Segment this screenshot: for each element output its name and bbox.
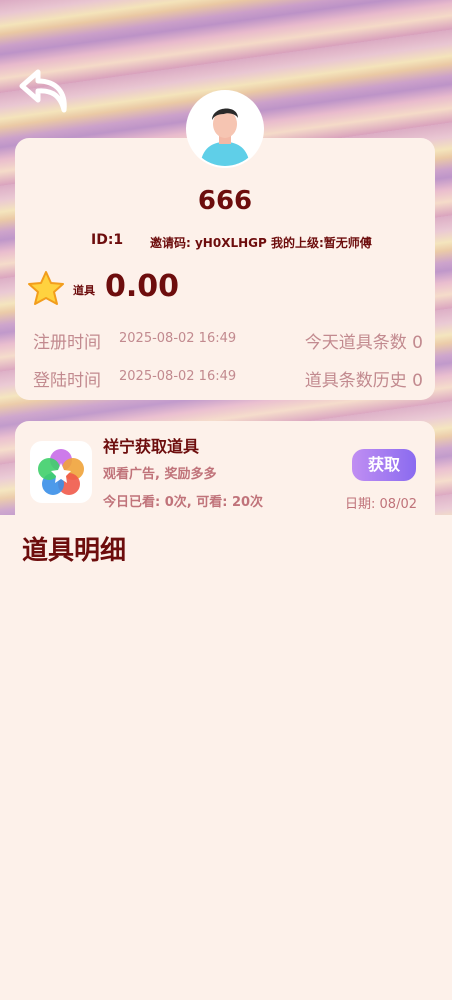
history-value: 0: [412, 371, 423, 391]
back-button[interactable]: [18, 66, 72, 116]
invite-code[interactable]: 邀请码: yH0XLHGP 我的上级:暂无师傅: [150, 234, 372, 251]
task-count: 今日已看: 0次, 可看: 20次: [103, 495, 264, 510]
avatar-icon: [188, 92, 262, 166]
today-value: 0: [412, 333, 423, 353]
task-subtitle: 观看广告, 奖励多多: [103, 467, 217, 482]
history-label: 道具条数历史: [304, 371, 407, 391]
login-time: 2025-08-02 16:49: [119, 369, 237, 384]
history-stat: 道具条数历史 0: [305, 366, 423, 391]
prop-value: 0.00: [105, 269, 180, 304]
task-date: 日期: 08/02: [345, 497, 417, 512]
star-icon: [28, 271, 64, 305]
section-title: 道具明细: [22, 536, 127, 566]
get-button[interactable]: 获取: [352, 449, 416, 481]
task-title: 祥宁获取道具: [103, 437, 200, 456]
register-time: 2025-08-02 16:49: [119, 331, 237, 346]
register-label: 注册时间: [33, 333, 101, 353]
app-icon: [30, 441, 92, 503]
back-arrow-icon: [19, 69, 67, 113]
user-id: ID:1: [91, 232, 124, 248]
today-stat: 今天道具条数 0: [305, 328, 423, 353]
avatar[interactable]: [188, 92, 262, 166]
today-label: 今天道具条数: [304, 333, 407, 353]
username: 666: [197, 186, 253, 216]
login-label: 登陆时间: [33, 371, 101, 391]
prop-label: 道具: [73, 284, 95, 297]
task-card: 祥宁获取道具 观看广告, 奖励多多 今日已看: 0次, 可看: 20次 获取 日…: [15, 421, 435, 515]
profile-card: 666 ID:1 邀请码: yH0XLHGP 我的上级:暂无师傅 道具 0.00…: [15, 138, 435, 400]
